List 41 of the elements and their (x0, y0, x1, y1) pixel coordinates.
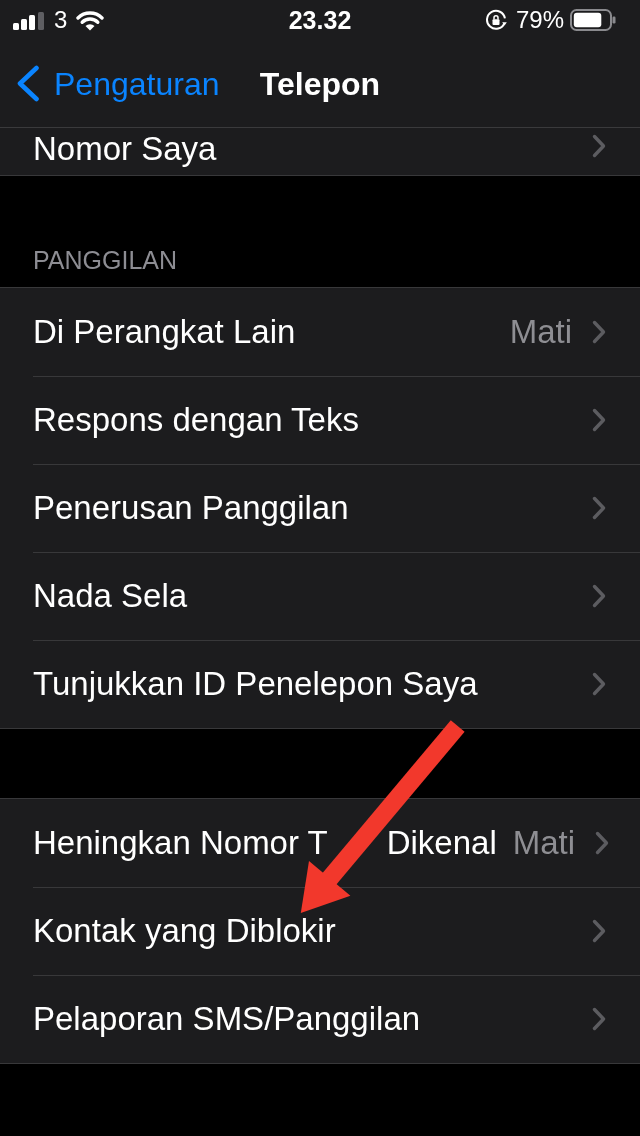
settings-row[interactable]: Tunjukkan ID Penelepon Saya (0, 640, 640, 728)
settings-row[interactable]: Penerusan Panggilan (0, 464, 640, 552)
chevron-icon (592, 320, 606, 344)
battery-percentage: 79% (515, 6, 564, 34)
row-label: Pelaporan SMS/Panggilan (33, 1001, 421, 1037)
row-label: Nomor Saya (33, 129, 217, 169)
row-label: Di Perangkat Lain (33, 314, 296, 350)
row-label: Dikenal (386, 825, 497, 861)
settings-row[interactable]: Nada Sela (0, 552, 640, 640)
chevron-icon (592, 496, 606, 520)
chevron-icon (592, 1007, 606, 1031)
chevron-icon (595, 831, 610, 855)
row-label: Tunjukkan ID Penelepon Saya (33, 666, 478, 702)
rotation-lock-icon (484, 9, 507, 31)
row-value: Mati (512, 825, 576, 861)
chevron-icon (592, 919, 606, 943)
settings-row[interactable]: Respons dengan Teks (0, 376, 640, 464)
row-label: Respons dengan Teks (33, 402, 359, 438)
chevron-icon (592, 584, 606, 608)
row-value: Mati (509, 314, 572, 350)
row-label: Kontak yang Diblokir (33, 913, 336, 949)
settings-row[interactable]: Pelaporan SMS/Panggilan (0, 975, 640, 1063)
wifi-icon (76, 9, 105, 31)
section-header: PANGGILAN (33, 245, 178, 275)
row-label: Heningkan Nomor T (33, 825, 328, 861)
back-button[interactable]: Pengaturan (0, 64, 220, 103)
carrier-name: 3 (54, 6, 68, 34)
row-label: Penerusan Panggilan (33, 490, 349, 526)
signal-bars-icon (13, 11, 44, 30)
clock-time: 23.32 (288, 5, 352, 35)
row-label: Nada Sela (33, 578, 188, 614)
battery-icon (570, 9, 616, 31)
settings-row[interactable]: Di Perangkat Lain Mati (0, 288, 640, 376)
chevron-icon (592, 672, 606, 696)
settings-row[interactable]: Heningkan Nomor T Dikenal Mati (0, 799, 640, 887)
chevron-icon (592, 134, 606, 158)
settings-row[interactable]: Nomor Saya (0, 128, 640, 175)
settings-row[interactable]: Kontak yang Diblokir (0, 887, 640, 975)
page-title: Telepon (259, 64, 381, 103)
back-chevron-icon (16, 65, 40, 102)
chevron-icon (592, 408, 606, 432)
